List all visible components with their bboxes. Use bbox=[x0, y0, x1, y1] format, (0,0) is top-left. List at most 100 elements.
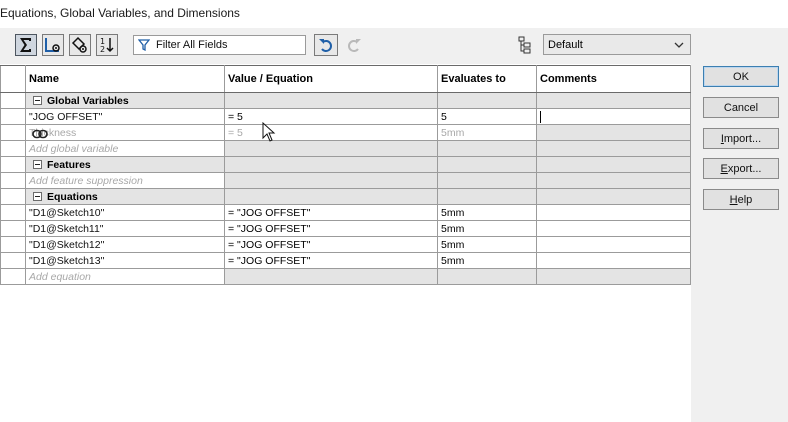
evaluates-cell: 5 bbox=[437, 108, 537, 125]
section-cell bbox=[224, 188, 438, 205]
equation-view-icon[interactable] bbox=[15, 34, 37, 56]
add-global-variable-cell[interactable]: Add global variable bbox=[25, 140, 225, 157]
section-label: Equations bbox=[47, 190, 98, 203]
svg-text:2: 2 bbox=[100, 45, 105, 54]
configuration-select-value: Default bbox=[548, 38, 583, 51]
column-header-evaluates[interactable]: Evaluates to bbox=[437, 65, 537, 93]
comments-cell[interactable] bbox=[536, 236, 691, 253]
comments-cell[interactable] bbox=[536, 108, 691, 125]
section-label-cell[interactable]: Features bbox=[25, 156, 225, 173]
add-equation-cell[interactable]: Add equation bbox=[25, 268, 225, 285]
filter-placeholder: Filter All Fields bbox=[156, 39, 228, 51]
value-cell[interactable]: = "JOG OFFSET" bbox=[224, 204, 438, 221]
name-cell[interactable]: "JOG OFFSET" bbox=[25, 108, 225, 125]
dimension-view-icon[interactable] bbox=[69, 34, 91, 56]
name-cell[interactable]: "D1@Sketch13" bbox=[25, 252, 225, 269]
sketch-equation-view-icon[interactable] bbox=[42, 34, 64, 56]
evaluates-cell: 5mm bbox=[437, 236, 537, 253]
comments-cell[interactable] bbox=[536, 220, 691, 237]
cancel-button[interactable]: Cancel bbox=[703, 97, 779, 118]
section-cell bbox=[536, 92, 691, 109]
evaluates-cell bbox=[437, 268, 537, 285]
help-label: elp bbox=[737, 193, 753, 206]
comments-cell[interactable] bbox=[536, 204, 691, 221]
value-cell[interactable]: = 5 bbox=[224, 124, 438, 141]
add-feature-suppression-cell[interactable]: Add feature suppression bbox=[25, 172, 225, 189]
comments-cell[interactable] bbox=[536, 252, 691, 269]
column-header-comments[interactable]: Comments bbox=[536, 65, 691, 93]
comments-cell bbox=[536, 172, 691, 189]
name-cell[interactable]: "D1@Sketch10" bbox=[25, 204, 225, 221]
filter-field[interactable]: Filter All Fields bbox=[133, 35, 306, 55]
row-header bbox=[0, 252, 26, 269]
configuration-tree-icon[interactable] bbox=[516, 34, 534, 56]
configuration-select[interactable]: Default bbox=[543, 34, 691, 55]
row-header bbox=[0, 92, 26, 109]
import-label: mport... bbox=[723, 132, 762, 145]
undo-icon[interactable] bbox=[314, 34, 338, 56]
ordered-view-icon[interactable]: 12 bbox=[96, 34, 118, 56]
import-button[interactable]: Import... bbox=[703, 128, 779, 149]
value-cell bbox=[224, 172, 438, 189]
collapse-icon[interactable] bbox=[33, 95, 42, 105]
value-cell[interactable]: = "JOG OFFSET" bbox=[224, 252, 438, 269]
value-cell bbox=[224, 140, 438, 157]
export-label: xport... bbox=[727, 162, 762, 175]
row-header bbox=[0, 268, 26, 285]
table-row-linked: Thickness = 5 5mm bbox=[0, 124, 691, 141]
evaluates-cell: 5mm bbox=[437, 252, 537, 269]
evaluates-cell bbox=[437, 172, 537, 189]
toolbar: 12 Filter All Fields Default bbox=[0, 28, 691, 64]
row-header bbox=[0, 236, 26, 253]
header-row: Name Value / Equation Evaluates to Comme… bbox=[0, 65, 691, 93]
evaluates-cell: 5mm bbox=[437, 124, 537, 141]
column-header-value[interactable]: Value / Equation bbox=[224, 65, 438, 93]
section-cell bbox=[224, 156, 438, 173]
section-cell bbox=[536, 188, 691, 205]
section-row-global-variables: Global Variables bbox=[0, 92, 691, 109]
section-cell bbox=[437, 92, 537, 109]
row-header bbox=[0, 172, 26, 189]
row-header bbox=[0, 204, 26, 221]
value-cell[interactable]: = "JOG OFFSET" bbox=[224, 236, 438, 253]
column-header-name[interactable]: Name bbox=[25, 65, 225, 93]
title-bar: Equations, Global Variables, and Dimensi… bbox=[0, 0, 788, 28]
section-cell bbox=[536, 156, 691, 173]
section-row-equations: Equations bbox=[0, 188, 691, 205]
section-label-cell[interactable]: Global Variables bbox=[25, 92, 225, 109]
link-icon bbox=[32, 129, 48, 139]
row-header bbox=[0, 220, 26, 237]
add-row: Add equation bbox=[0, 268, 691, 285]
equations-grid: Name Value / Equation Evaluates to Comme… bbox=[0, 64, 691, 422]
row-header bbox=[0, 124, 26, 141]
help-button[interactable]: Help bbox=[703, 189, 779, 210]
value-cell[interactable]: = "JOG OFFSET" bbox=[224, 220, 438, 237]
section-label: Features bbox=[47, 158, 91, 171]
export-button[interactable]: Export... bbox=[703, 158, 779, 179]
ok-button[interactable]: OK bbox=[703, 66, 779, 87]
row-header bbox=[0, 156, 26, 173]
comments-cell bbox=[536, 268, 691, 285]
comments-cell bbox=[536, 140, 691, 157]
section-row-features: Features bbox=[0, 156, 691, 173]
help-mnemonic: H bbox=[729, 193, 738, 206]
table-row: "JOG OFFSET" = 5 5 bbox=[0, 108, 691, 125]
section-label-cell[interactable]: Equations bbox=[25, 188, 225, 205]
equations-table: Name Value / Equation Evaluates to Comme… bbox=[0, 65, 691, 285]
add-row: Add global variable bbox=[0, 140, 691, 157]
row-header-corner bbox=[0, 65, 26, 93]
table-row: "D1@Sketch10" = "JOG OFFSET" 5mm bbox=[0, 204, 691, 221]
chevron-down-icon bbox=[674, 42, 684, 48]
collapse-icon[interactable] bbox=[33, 191, 42, 201]
window-title: Equations, Global Variables, and Dimensi… bbox=[0, 6, 240, 20]
name-cell[interactable]: "D1@Sketch11" bbox=[25, 220, 225, 237]
evaluates-cell bbox=[437, 140, 537, 157]
section-cell bbox=[437, 188, 537, 205]
value-cell[interactable]: = 5 bbox=[224, 108, 438, 125]
name-cell[interactable]: Thickness bbox=[25, 124, 225, 141]
comments-cell[interactable] bbox=[536, 124, 691, 141]
text-caret bbox=[540, 110, 541, 123]
redo-icon[interactable] bbox=[343, 34, 365, 56]
name-cell[interactable]: "D1@Sketch12" bbox=[25, 236, 225, 253]
collapse-icon[interactable] bbox=[33, 159, 42, 169]
